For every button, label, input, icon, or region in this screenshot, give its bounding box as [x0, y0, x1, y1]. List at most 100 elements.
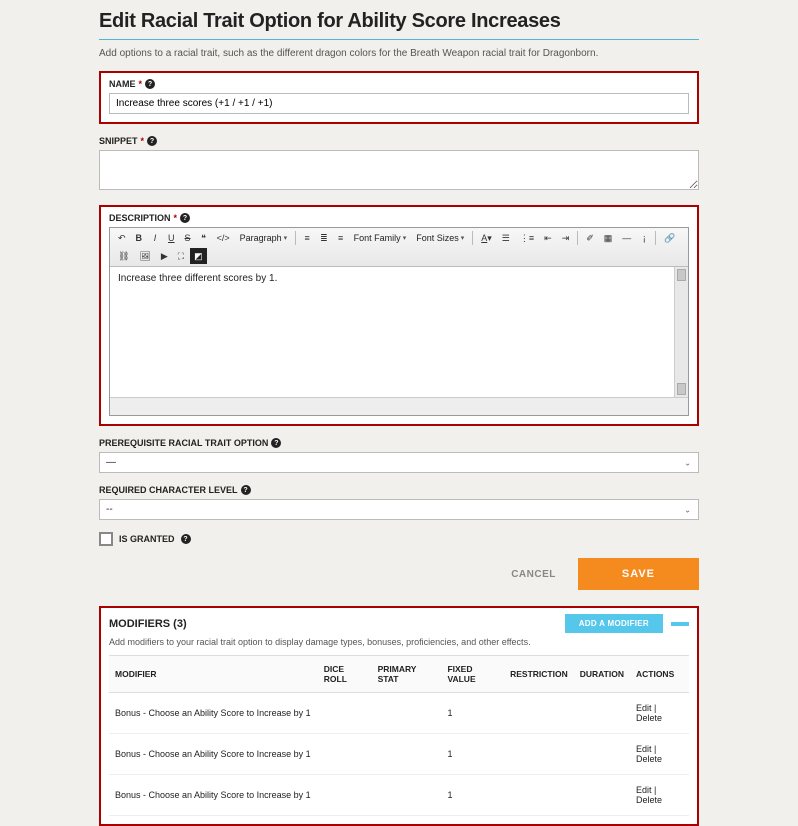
cell-modifier: Bonus - Choose an Ability Score to Incre…: [109, 693, 318, 734]
number-list-icon[interactable]: ⋮≡: [516, 230, 538, 246]
undo-icon[interactable]: ↶: [114, 230, 130, 246]
outdent-icon[interactable]: ⇤: [540, 230, 556, 246]
code-icon[interactable]: </>: [213, 230, 234, 246]
modifiers-title: MODIFIERS (3): [109, 618, 187, 630]
modifiers-subtitle: Add modifiers to your racial trait optio…: [101, 637, 697, 655]
cell-fixed: 1: [441, 734, 504, 775]
video-icon[interactable]: ▶: [157, 248, 172, 264]
description-label: DESCRIPTION* ?: [109, 213, 689, 223]
prereq-field-group: PREREQUISITE RACIAL TRAIT OPTION ? — ⌄: [99, 438, 699, 473]
col-primary: PRIMARY STAT: [372, 656, 442, 693]
font-family-dropdown[interactable]: Font Family▾: [350, 232, 411, 244]
prereq-select[interactable]: —: [99, 452, 699, 473]
format-dropdown[interactable]: Paragraph▾: [236, 232, 292, 244]
page-subtitle: Add options to a racial trait, such as t…: [99, 48, 699, 59]
special-char-icon[interactable]: ¡: [637, 230, 651, 246]
cell-dice: [318, 734, 372, 775]
level-field-group: REQUIRED CHARACTER LEVEL ? -- ⌄: [99, 485, 699, 520]
indent-icon[interactable]: ⇥: [558, 230, 574, 246]
col-actions: ACTIONS: [630, 656, 689, 693]
name-label: NAME* ?: [109, 79, 689, 89]
cell-restriction: [504, 734, 574, 775]
granted-row: IS GRANTED ?: [99, 532, 699, 546]
cell-actions: Edit | Delete: [630, 693, 689, 734]
hr-icon[interactable]: ―: [618, 230, 635, 246]
help-icon[interactable]: ?: [147, 136, 157, 146]
delete-link[interactable]: Delete: [636, 795, 662, 805]
granted-label: IS GRANTED: [119, 534, 175, 544]
collapse-icon[interactable]: [671, 622, 689, 626]
edit-link[interactable]: Edit: [636, 785, 652, 795]
unlink-icon[interactable]: ⛓: [114, 248, 133, 264]
add-modifier-button[interactable]: ADD A MODIFIER: [565, 614, 663, 633]
delete-link[interactable]: Delete: [636, 754, 662, 764]
description-field-group: DESCRIPTION* ? ↶ B I U S ❝ </> Paragraph…: [99, 205, 699, 426]
cell-fixed: 1: [441, 693, 504, 734]
edit-link[interactable]: Edit: [636, 744, 652, 754]
modifiers-panel: MODIFIERS (3) ADD A MODIFIER Add modifie…: [99, 606, 699, 826]
cell-primary: [372, 693, 442, 734]
cell-modifier: Bonus - Choose an Ability Score to Incre…: [109, 775, 318, 816]
font-size-dropdown[interactable]: Font Sizes▾: [412, 232, 468, 244]
level-label: REQUIRED CHARACTER LEVEL ?: [99, 485, 699, 495]
table-row: Bonus - Choose an Ability Score to Incre…: [109, 734, 689, 775]
fullscreen-icon[interactable]: ⛶: [174, 248, 188, 264]
strike-icon[interactable]: S: [181, 230, 195, 246]
scrollbar[interactable]: [674, 267, 688, 397]
source-icon[interactable]: ◩: [190, 248, 207, 264]
cell-primary: [372, 734, 442, 775]
image-icon[interactable]: 🖼: [135, 248, 154, 264]
rte-content[interactable]: Increase three different scores by 1.: [110, 267, 688, 397]
bullet-list-icon[interactable]: ☰: [498, 230, 514, 246]
name-field-group: NAME* ?: [99, 71, 699, 124]
underline-icon[interactable]: U: [164, 230, 179, 246]
cell-restriction: [504, 693, 574, 734]
cell-actions: Edit | Delete: [630, 775, 689, 816]
col-dice: DICE ROLL: [318, 656, 372, 693]
col-restriction: RESTRICTION: [504, 656, 574, 693]
cell-restriction: [504, 775, 574, 816]
snippet-field-group: SNIPPET* ?: [99, 136, 699, 193]
help-icon[interactable]: ?: [145, 79, 155, 89]
edit-link[interactable]: Edit: [636, 703, 652, 713]
page-title: Edit Racial Trait Option for Ability Sco…: [99, 10, 699, 40]
save-button[interactable]: SAVE: [578, 558, 699, 590]
snippet-input[interactable]: [99, 150, 699, 190]
cell-duration: [574, 775, 630, 816]
cell-fixed: 1: [441, 775, 504, 816]
align-right-icon[interactable]: ≡: [334, 230, 348, 246]
granted-checkbox[interactable]: [99, 532, 113, 546]
prereq-label: PREREQUISITE RACIAL TRAIT OPTION ?: [99, 438, 699, 448]
level-select[interactable]: --: [99, 499, 699, 520]
link-icon[interactable]: 🔗: [660, 230, 679, 246]
help-icon[interactable]: ?: [181, 534, 191, 544]
bold-icon[interactable]: B: [132, 230, 147, 246]
snippet-label: SNIPPET* ?: [99, 136, 699, 146]
help-icon[interactable]: ?: [241, 485, 251, 495]
rte-toolbar: ↶ B I U S ❝ </> Paragraph▾ ≡ ≣ ≡ Font Fa…: [110, 228, 688, 267]
cell-actions: Edit | Delete: [630, 734, 689, 775]
cell-dice: [318, 693, 372, 734]
rich-text-editor: ↶ B I U S ❝ </> Paragraph▾ ≡ ≣ ≡ Font Fa…: [109, 227, 689, 416]
text-color-icon[interactable]: A▾: [477, 230, 496, 246]
modifiers-table: MODIFIER DICE ROLL PRIMARY STAT FIXED VA…: [109, 655, 689, 816]
delete-link[interactable]: Delete: [636, 713, 662, 723]
col-modifier: MODIFIER: [109, 656, 318, 693]
name-input[interactable]: [109, 93, 689, 114]
quote-icon[interactable]: ❝: [197, 230, 211, 246]
table-icon[interactable]: ▦: [600, 230, 617, 246]
clear-format-icon[interactable]: ✐: [582, 230, 598, 246]
col-duration: DURATION: [574, 656, 630, 693]
table-row: Bonus - Choose an Ability Score to Incre…: [109, 775, 689, 816]
col-fixed: FIXED VALUE: [441, 656, 504, 693]
align-center-icon[interactable]: ≣: [316, 230, 332, 246]
cell-duration: [574, 693, 630, 734]
cell-duration: [574, 734, 630, 775]
italic-icon[interactable]: I: [148, 230, 162, 246]
align-left-icon[interactable]: ≡: [300, 230, 314, 246]
help-icon[interactable]: ?: [180, 213, 190, 223]
cell-modifier: Bonus - Choose an Ability Score to Incre…: [109, 734, 318, 775]
help-icon[interactable]: ?: [271, 438, 281, 448]
cancel-button[interactable]: CANCEL: [499, 559, 568, 590]
rte-statusbar: [110, 397, 688, 415]
